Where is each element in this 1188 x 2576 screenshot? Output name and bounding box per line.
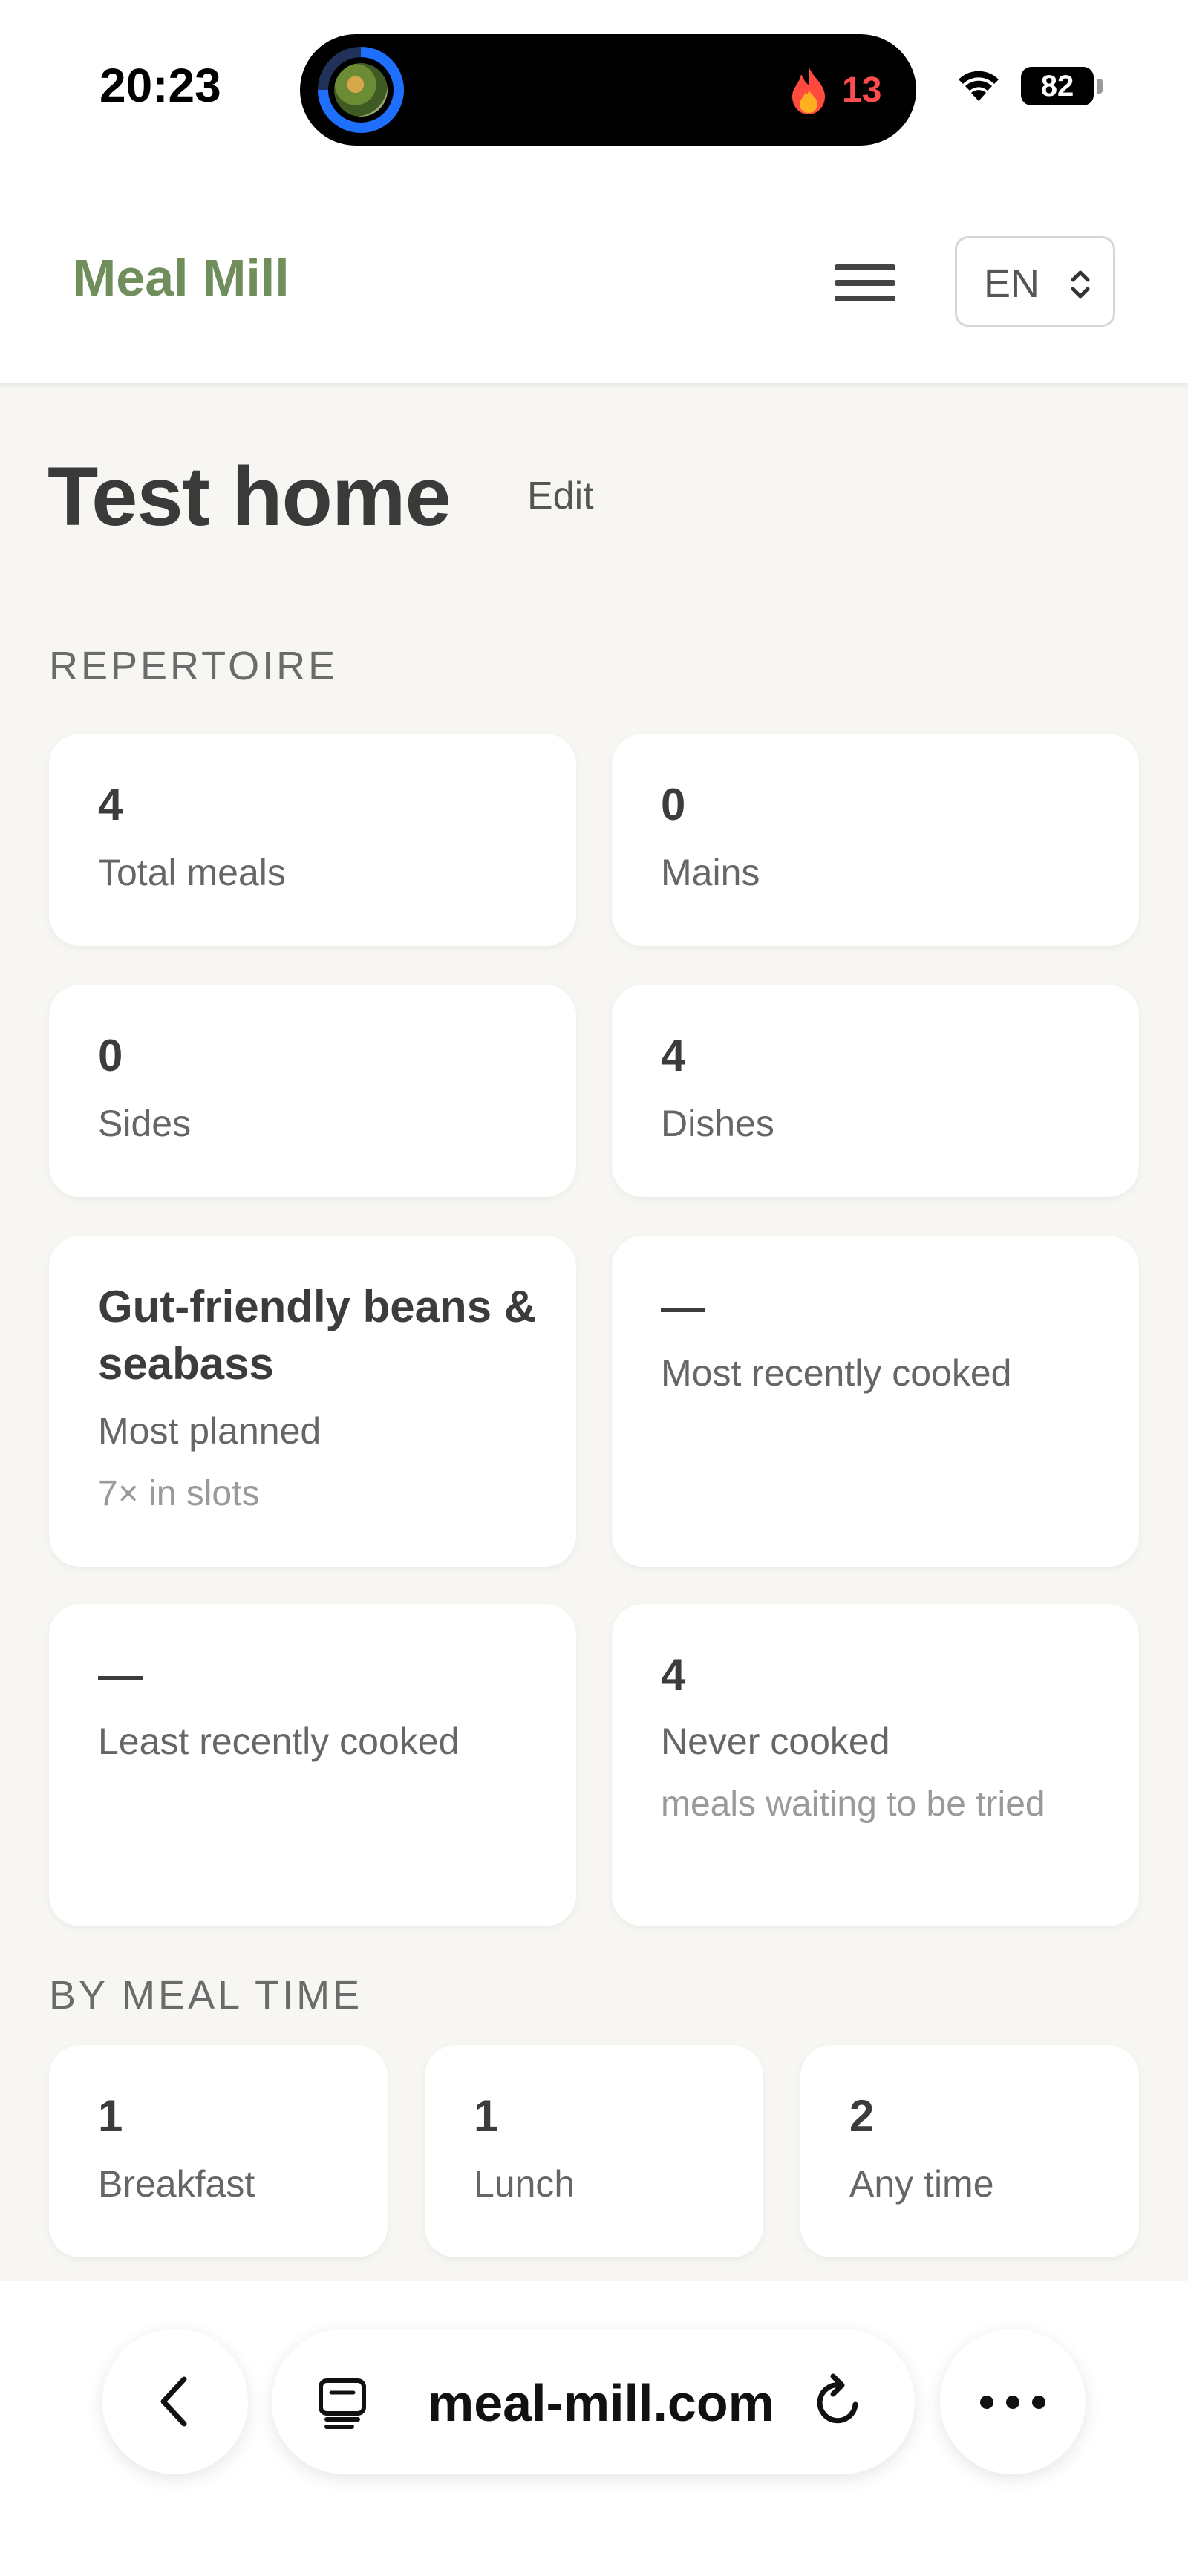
activity-count: 13: [842, 71, 882, 110]
hamburger-menu-icon[interactable]: [832, 258, 898, 307]
app-header: Meal Mill EN: [0, 177, 1188, 385]
stat-label: Sides: [98, 1103, 192, 1144]
stat-value: 4: [98, 780, 123, 829]
tabs-icon: [319, 2378, 366, 2429]
stat-card-sides[interactable]: 0 Sides: [49, 985, 576, 1197]
status-time: 20:23: [99, 59, 221, 112]
stat-card-dishes[interactable]: 4 Dishes: [612, 985, 1139, 1197]
stat-card-total-meals[interactable]: 4 Total meals: [49, 734, 576, 946]
stat-label: Most recently cooked: [661, 1352, 1012, 1394]
battery-icon: 82: [1021, 67, 1103, 105]
language-select[interactable]: EN: [955, 236, 1115, 327]
page-title: Test home: [48, 450, 451, 543]
url-text: meal-mill.com: [428, 2374, 774, 2432]
battery-level: 82: [1021, 67, 1094, 105]
stat-note: 7× in slots: [98, 1474, 260, 1513]
chevron-updown-icon: [1071, 270, 1090, 299]
stat-value: 4: [661, 1650, 686, 1700]
stat-card-lunch[interactable]: 1 Lunch: [425, 2045, 763, 2257]
reload-icon[interactable]: [811, 2372, 867, 2431]
stat-value: 1: [98, 2091, 123, 2141]
stat-value: 4: [661, 1031, 686, 1080]
stat-label: Never cooked: [661, 1721, 890, 1762]
stat-label: Least recently cooked: [98, 1721, 460, 1762]
more-dots-icon[interactable]: [940, 2329, 1086, 2474]
stat-card-never-cooked[interactable]: 4 Never cooked meals waiting to be tried: [612, 1604, 1139, 1926]
section-heading-repertoire: REPERTOIRE: [49, 644, 339, 688]
stat-label: Any time: [849, 2163, 994, 2205]
stat-value: 0: [98, 1031, 123, 1080]
food-ring-icon: [318, 47, 404, 133]
stat-label: Lunch: [474, 2163, 575, 2205]
stat-value: —: [661, 1282, 705, 1331]
brand-logo[interactable]: Meal Mill: [73, 248, 290, 307]
stat-card-breakfast[interactable]: 1 Breakfast: [49, 2045, 388, 2257]
stat-value: 0: [661, 780, 686, 829]
stat-label: Dishes: [661, 1103, 774, 1144]
stat-card-mains[interactable]: 0 Mains: [612, 734, 1139, 946]
stat-value: 2: [849, 2091, 875, 2141]
status-bar: 20:23 13 82: [0, 0, 1188, 177]
stat-card-least-recently-cooked[interactable]: — Least recently cooked: [49, 1604, 576, 1926]
wifi-icon: [959, 71, 999, 101]
stat-label: Most planned: [98, 1410, 322, 1452]
stat-card-most-planned[interactable]: Gut-friendly beans & seabass Most planne…: [49, 1236, 576, 1567]
section-heading-by-meal-time: BY MEAL TIME: [49, 1973, 363, 2018]
stat-value: Gut-friendly beans & seabass: [98, 1282, 537, 1389]
browser-toolbar: meal-mill.com: [0, 2281, 1188, 2576]
stat-card-any-time[interactable]: 2 Any time: [800, 2045, 1139, 2257]
edit-button[interactable]: Edit: [527, 474, 594, 518]
stat-label: Breakfast: [98, 2163, 255, 2205]
stat-label: Mains: [661, 852, 760, 893]
flame-icon: [792, 65, 825, 114]
stat-note: meals waiting to be tried: [661, 1784, 1045, 1824]
stat-label: Total meals: [98, 852, 286, 893]
stat-value: —: [98, 1650, 143, 1700]
language-value: EN: [984, 261, 1040, 306]
address-bar[interactable]: meal-mill.com: [272, 2329, 915, 2474]
back-chevron-icon: [160, 2376, 187, 2427]
back-button[interactable]: [102, 2329, 248, 2474]
stat-value: 1: [474, 2091, 499, 2141]
stat-card-most-recently-cooked[interactable]: — Most recently cooked: [612, 1236, 1139, 1567]
dynamic-island[interactable]: 13: [300, 34, 916, 146]
